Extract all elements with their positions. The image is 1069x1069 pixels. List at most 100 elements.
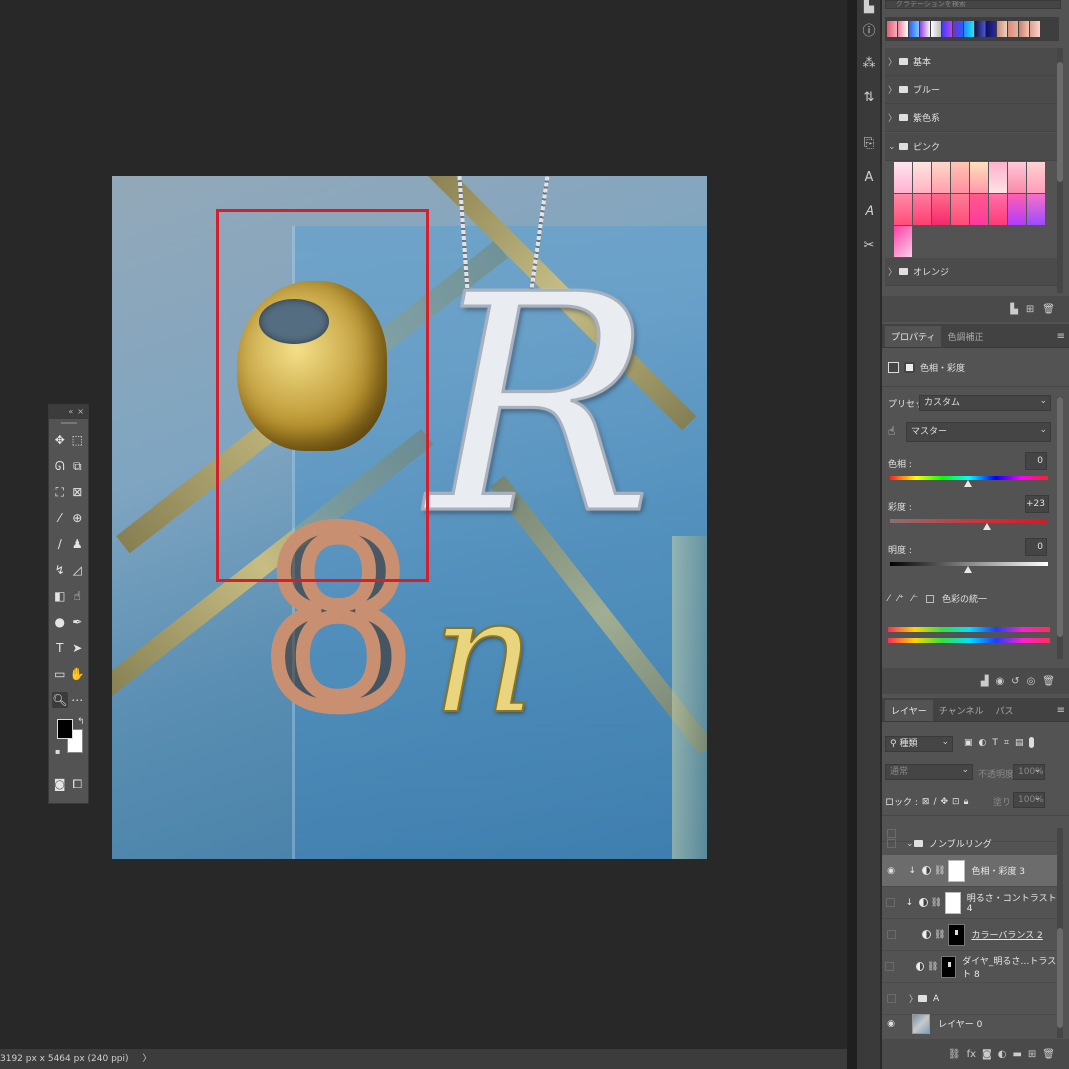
link-layers-icon[interactable]: ⛓ [948, 1049, 961, 1060]
layer-mask-thumbnail[interactable] [948, 859, 966, 882]
delete-icon[interactable]: 🗑︎ [1042, 304, 1055, 315]
add-mask-icon[interactable]: ◙ [982, 1049, 992, 1060]
crop-tool-icon[interactable]: ⛶ [52, 484, 68, 500]
move-tool-icon[interactable]: ✥ [52, 432, 68, 448]
smart-object-filter-icon[interactable]: ▤ [1015, 738, 1024, 748]
dodge-tool-icon[interactable]: ● [52, 614, 68, 630]
lock-position-icon[interactable]: ✥ [941, 797, 949, 807]
screen-mode-icon[interactable]: ⧠ [69, 776, 85, 792]
layer-color-balance-2[interactable]: ⛓ カラーバランス 2 [882, 919, 1057, 951]
eyedropper-plus-icon[interactable]: ⁄⁺ [898, 594, 904, 604]
swap-colors-icon[interactable]: ↰ [77, 717, 85, 727]
new-gradient-icon[interactable]: ⊞ [1026, 304, 1034, 315]
panel-grip[interactable] [49, 419, 88, 427]
type-filter-icon[interactable]: T [992, 738, 998, 748]
character-icon[interactable]: A [857, 160, 881, 194]
gradient-tool-icon[interactable]: ◧ [52, 588, 68, 604]
object-select-tool-icon[interactable]: ⧉ [69, 458, 85, 474]
frame-tool-icon[interactable]: ⊠ [69, 484, 85, 500]
more-tools-icon[interactable]: ⋯ [69, 692, 85, 708]
collapse-icon[interactable]: « [68, 405, 73, 419]
clone-source-icon[interactable]: ⎘ [857, 126, 881, 160]
layer-hue-saturation-3[interactable]: ◉ ↓ ⛓ 色相・彩度 3 [882, 855, 1057, 887]
color-swatches[interactable]: ↰ ▪ [49, 715, 88, 771]
panel-menu-icon[interactable]: ≡ [1057, 331, 1065, 342]
delete-layer-icon[interactable]: 🗑︎ [1042, 1049, 1055, 1060]
layer-diamond-brightness-8[interactable]: ⛓ ダイヤ_明るさ…トラスト 8 [882, 951, 1057, 983]
lock-pixels-icon[interactable]: ∕ [933, 797, 936, 807]
tab-properties[interactable]: プロパティ [885, 326, 942, 347]
zoom-tool-icon[interactable]: 🔍︎ [51, 692, 68, 708]
adjustment-filter-icon[interactable]: ◐ [979, 738, 987, 748]
preset-select[interactable]: カスタム [919, 394, 1051, 411]
delete-icon[interactable]: 🗑︎ [1042, 676, 1055, 687]
lock-transparent-icon[interactable]: ⊠ [922, 797, 930, 807]
lightness-slider[interactable] [890, 562, 1048, 573]
layers-scrollbar[interactable] [1057, 828, 1063, 1038]
layer-filter-select[interactable]: ⚲ 種類 [885, 735, 953, 752]
info-icon[interactable]: ⓘ [857, 12, 881, 46]
quick-mask-icon[interactable]: ◙ [52, 776, 68, 792]
gradient-folder-pink[interactable]: ⌄ ピンク [885, 133, 1057, 161]
panel-menu-icon[interactable]: ≡ [1057, 705, 1065, 716]
panel-divider[interactable] [847, 0, 857, 1069]
link-icon[interactable]: ⛓ [934, 866, 945, 876]
eyedropper-tool-icon[interactable]: ⁄ [52, 510, 68, 526]
tab-channels[interactable]: チャンネル [933, 700, 990, 721]
view-previous-icon[interactable]: ◉ [995, 676, 1004, 687]
tools-preset-icon[interactable]: ✂ [857, 228, 881, 262]
rectangle-tool-icon[interactable]: ▭ [52, 666, 68, 682]
layer-mask-thumbnail[interactable] [948, 923, 966, 946]
tab-adjustments[interactable]: 色調補正 [941, 326, 989, 347]
hue-slider[interactable] [890, 476, 1048, 487]
marquee-tool-icon[interactable]: ⬚ [69, 432, 85, 448]
layer-mask-thumbnail[interactable] [941, 955, 957, 978]
fx-icon[interactable]: fx [967, 1049, 976, 1060]
healing-brush-tool-icon[interactable]: ⊕ [69, 510, 85, 526]
layer-mask-thumbnail[interactable] [945, 891, 961, 914]
mask-icon[interactable] [904, 362, 915, 373]
eyedropper-minus-icon[interactable]: ⁄⁻ [912, 594, 918, 604]
fill-input[interactable]: 100% [1013, 791, 1045, 808]
link-icon[interactable]: ⛓ [927, 962, 938, 972]
shape-filter-icon[interactable]: ⌗ [1004, 738, 1009, 748]
adjustments-icon[interactable]: ⇅ [857, 80, 881, 114]
saturation-slider[interactable] [890, 519, 1048, 530]
gradient-folder-blue[interactable]: 〉ブルー [885, 76, 1057, 104]
close-icon[interactable]: × [77, 405, 84, 419]
hue-input[interactable]: 0 [1025, 452, 1047, 470]
filter-toggle-icon[interactable] [1029, 737, 1035, 748]
targeted-adjust-icon[interactable]: ☝ [888, 424, 895, 438]
saturation-input[interactable]: +23 [1025, 495, 1049, 513]
tab-layers[interactable]: レイヤー [885, 700, 933, 721]
gradient-folder-purple[interactable]: 〉紫色系 [885, 104, 1057, 132]
stamp-tool-icon[interactable]: ♟ [69, 536, 85, 552]
brush-settings-icon[interactable]: ⁂ [857, 46, 881, 80]
default-colors-icon[interactable]: ▪ [55, 747, 60, 756]
visibility-icon[interactable]: ◎ [1027, 676, 1036, 687]
gradient-folder-orange[interactable]: 〉オレンジ [885, 258, 1057, 286]
pixel-filter-icon[interactable]: ▣ [964, 738, 973, 748]
opacity-input[interactable]: 100% [1013, 763, 1045, 780]
lightness-input[interactable]: 0 [1025, 538, 1047, 556]
hand-tool-icon[interactable]: ✋ [69, 666, 85, 682]
layer-thumbnail[interactable] [912, 1013, 930, 1034]
lasso-tool-icon[interactable]: ᘏ [52, 458, 68, 474]
visibility-icon[interactable]: ◉ [882, 1019, 900, 1029]
smudge-tool-icon[interactable]: ☝ [69, 588, 85, 604]
new-layer-icon[interactable]: ⊞ [1028, 1049, 1036, 1060]
history-brush-tool-icon[interactable]: ↯ [52, 562, 68, 578]
lock-all-icon[interactable]: 🔒︎ [964, 797, 969, 807]
new-adjustment-icon[interactable]: ◐ [998, 1049, 1007, 1060]
new-group-icon[interactable]: ▬ [1012, 1049, 1021, 1060]
visibility-icon[interactable]: ◉ [882, 866, 900, 876]
eraser-tool-icon[interactable]: ◿ [69, 562, 85, 578]
properties-scrollbar[interactable] [1057, 397, 1063, 659]
colorize-checkbox[interactable] [926, 594, 935, 603]
eyedropper-icon[interactable]: ⁄ [888, 594, 890, 604]
paragraph-icon[interactable]: 𝐴 [857, 194, 881, 228]
recent-gradients[interactable] [885, 17, 1059, 41]
reset-icon[interactable]: ↺ [1011, 676, 1019, 687]
link-icon[interactable]: ⛓ [931, 898, 942, 908]
tab-paths[interactable]: パス [989, 700, 1019, 721]
